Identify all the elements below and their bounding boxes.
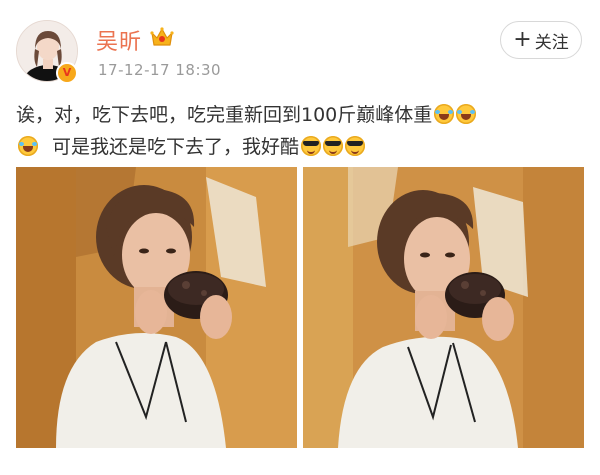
post-text: 诶，对，吃下去吧，吃完重新回到100斤巅峰体重 可是我还是吃下去了，我好酷: [16, 99, 588, 163]
photo-image: [16, 167, 297, 448]
cool-sunglasses-emoji: [301, 136, 322, 156]
cool-sunglasses-emoji: [345, 136, 366, 156]
photo-woman-eating-cake-1[interactable]: [16, 167, 297, 448]
user-name[interactable]: 吴昕: [96, 24, 142, 56]
laugh-cry-emoji: [434, 104, 455, 124]
post-text-line-2: 可是我还是吃下去了，我好酷: [16, 131, 588, 163]
photo-image: [303, 167, 584, 448]
photo-woman-eating-cake-2[interactable]: [303, 167, 584, 448]
crown-icon[interactable]: [150, 26, 174, 48]
post-text-line-1: 诶，对，吃下去吧，吃完重新回到100斤巅峰体重: [16, 99, 588, 131]
post-text-content-2: 可是我还是吃下去了，我好酷: [52, 136, 300, 158]
weibo-post-card: V 吴昕 17-12-17 18:30 + 关注 诶，对，吃下去吧，吃完重新回到…: [0, 0, 600, 475]
cool-sunglasses-emoji: [323, 136, 344, 156]
follow-button-label: 关注: [534, 32, 569, 53]
post-timestamp[interactable]: 17-12-17 18:30: [98, 61, 221, 79]
follow-button[interactable]: + 关注: [500, 21, 582, 59]
laugh-cry-emoji: [18, 136, 38, 156]
laugh-cry-emoji: [456, 104, 477, 124]
plus-icon: +: [513, 27, 532, 52]
post-text-content-1: 诶，对，吃下去吧，吃完重新回到100斤巅峰体重: [16, 104, 433, 126]
verified-v-icon: V: [56, 62, 78, 84]
